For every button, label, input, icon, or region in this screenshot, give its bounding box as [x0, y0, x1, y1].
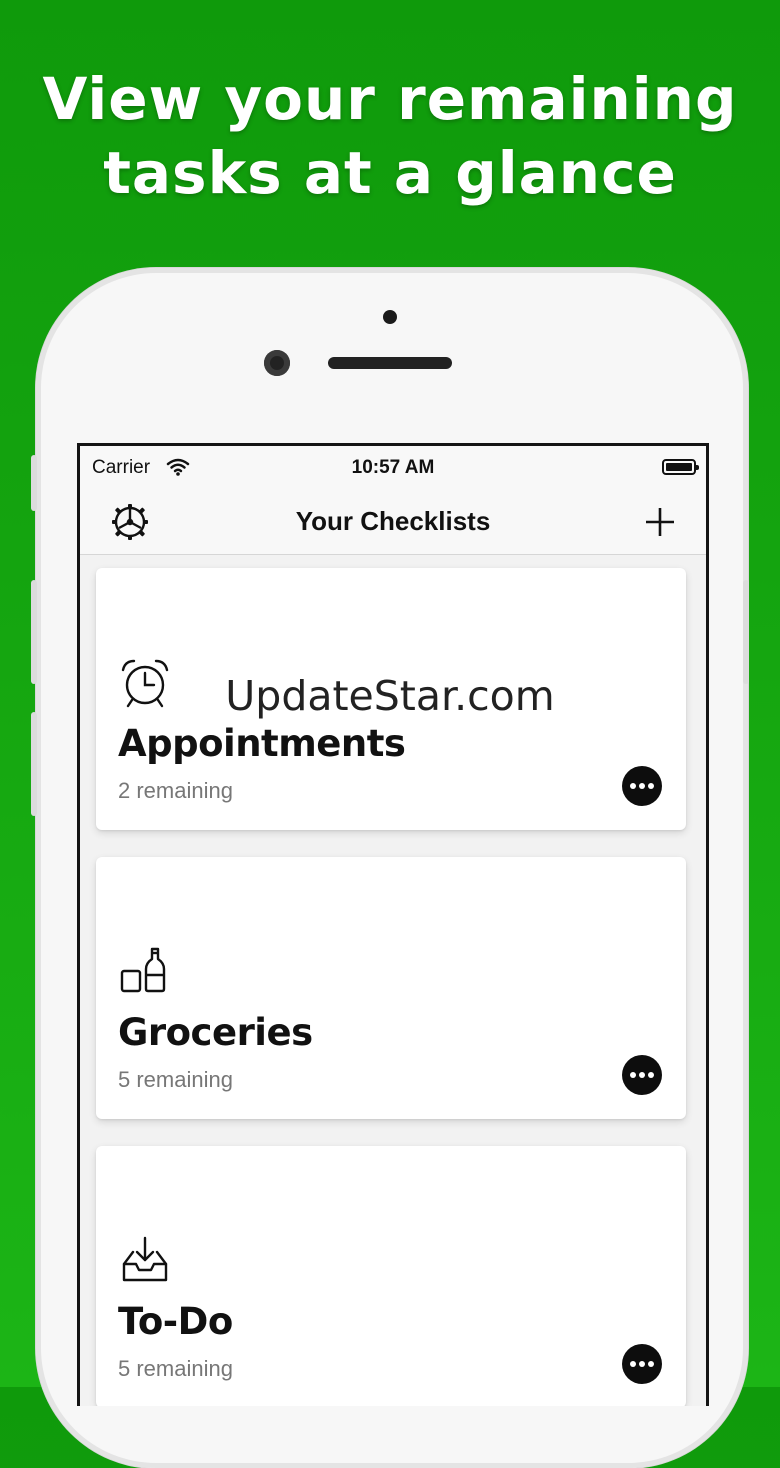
page-title: Your Checklists [295, 506, 491, 536]
headline: View your remaining tasks at a glance [0, 62, 780, 210]
remaining-count: 2 remaining [118, 778, 233, 803]
checklist-card-groceries[interactable]: Groceries 5 remaining [96, 857, 686, 1119]
checklist-title: Groceries [118, 1011, 313, 1054]
more-options-button[interactable] [622, 1055, 662, 1095]
phone-side-button [31, 455, 37, 511]
headline-line-2: tasks at a glance [103, 139, 677, 207]
phone-side-button [31, 580, 37, 684]
headline-line-1: View your remaining [42, 65, 738, 133]
checklist-card-todo[interactable]: To-Do 5 remaining [96, 1146, 686, 1406]
earpiece-speaker [328, 357, 452, 369]
checklist-title: To-Do [118, 1300, 233, 1343]
remaining-count: 5 remaining [118, 1067, 233, 1092]
checklist-title: Appointments [118, 722, 406, 765]
inbox-download-icon [122, 1236, 168, 1282]
clock-time: 10:57 AM [351, 457, 435, 478]
proximity-sensor [383, 310, 397, 324]
plus-icon[interactable] [642, 504, 678, 540]
phone-side-button [31, 712, 37, 816]
phone-side-button [743, 580, 749, 684]
watermark-text: UpdateStar.com [225, 672, 555, 720]
status-bar: Carrier 10:57 AM [80, 446, 706, 488]
front-camera [264, 350, 290, 376]
battery-icon [662, 459, 699, 475]
navigation-bar: Your Checklists [80, 488, 706, 555]
groceries-icon [120, 947, 166, 993]
phone-screen: Carrier 10:57 AM Your Checklists Appoint… [77, 443, 709, 1406]
remaining-count: 5 remaining [118, 1356, 233, 1381]
more-options-button[interactable] [622, 1344, 662, 1384]
more-options-button[interactable] [622, 766, 662, 806]
